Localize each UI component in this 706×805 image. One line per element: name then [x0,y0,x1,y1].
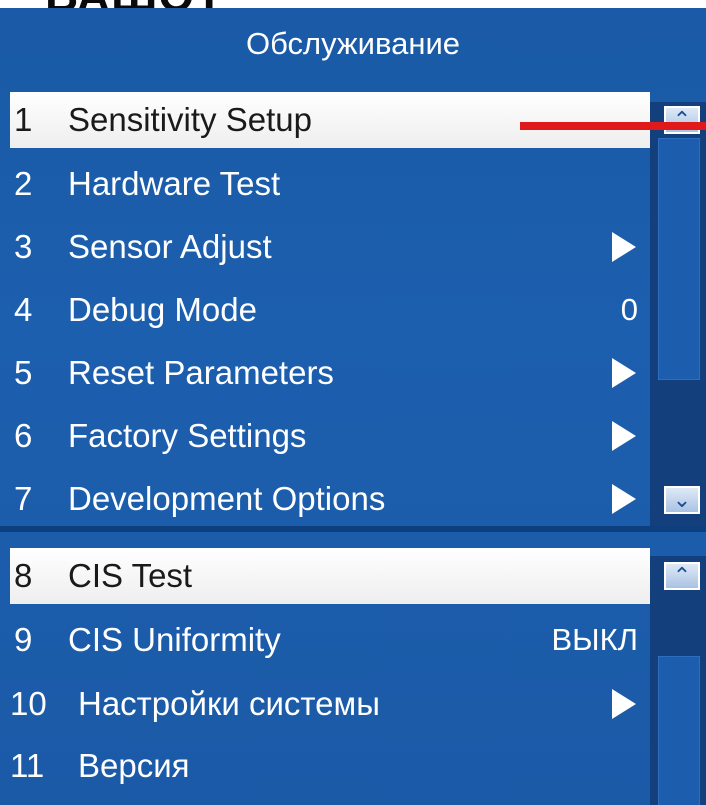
menu-item-hardware-test[interactable]: 2 Hardware Test [10,156,650,212]
menu-item-label: Настройки системы [78,685,380,722]
menu-item-number: 6 [14,417,33,454]
menu-item-label: CIS Test [68,557,193,594]
menu-item-number: 8 [14,557,33,594]
menu-item-value: ВЫКЛ [551,622,638,657]
scrollbar-bottom[interactable]: ⌃ [650,556,706,805]
triangle-right-icon [612,421,636,451]
red-pointer-line [520,122,706,130]
menu-item-number: 1 [14,101,33,138]
triangle-right-icon [612,689,636,719]
menu-item-reset-parameters[interactable]: 5 Reset Parameters [10,345,650,401]
menu-item-label: Reset Parameters [68,354,334,391]
menu-item-label: Development Options [68,480,386,517]
menu-item-label: Factory Settings [68,417,307,454]
menu-item-number: 7 [14,480,33,517]
scrollbar-thumb[interactable] [658,138,700,380]
menu-item-factory-settings[interactable]: 6 Factory Settings [10,408,650,464]
device-screen: Обслуживание 1 Sensitivity Setup 2 Hardw… [0,8,706,805]
scrollbar-thumb[interactable] [658,656,700,805]
chevron-up-icon[interactable]: ⌃ [664,562,700,590]
menu-item-cis-test[interactable]: 8 CIS Test [10,548,650,604]
triangle-right-icon [612,484,636,514]
menu-item-label: Sensitivity Setup [68,101,312,138]
menu-item-cis-uniformity[interactable]: 9 CIS Uniformity ВЫКЛ [10,612,650,668]
menu-item-number: 9 [14,621,33,658]
panel-divider [0,526,706,532]
menu-item-sensor-adjust[interactable]: 3 Sensor Adjust [10,219,650,275]
menu-item-sensitivity-setup[interactable]: 1 Sensitivity Setup [10,92,650,148]
menu-item-number: 2 [14,165,33,202]
menu-item-label: Sensor Adjust [68,228,272,265]
triangle-right-icon [612,358,636,388]
chevron-down-icon[interactable]: ⌄ [664,486,700,514]
menu-item-number: 5 [14,354,33,391]
menu-item-system-settings[interactable]: 10 Настройки системы [10,676,650,732]
menu-item-debug-mode[interactable]: 4 Debug Mode 0 [10,282,650,338]
menu-item-label: Hardware Test [68,165,281,202]
screen-title: Обслуживание [245,26,461,61]
menu-item-value: 0 [620,292,638,327]
scrollbar-top[interactable]: ⌃ ⌄ [650,102,706,526]
menu-item-number: 4 [14,291,33,328]
menu-item-number: 11 [10,747,45,784]
menu-item-label: Debug Mode [68,291,257,328]
menu-item-number: 10 [10,685,47,722]
menu-item-number: 3 [14,228,33,265]
menu-item-label: Версия [78,747,190,784]
menu-item-label: CIS Uniformity [68,621,281,658]
triangle-right-icon [612,232,636,262]
menu-item-development-options[interactable]: 7 Development Options [10,471,650,527]
menu-item-version[interactable]: 11 Версия [10,738,650,794]
